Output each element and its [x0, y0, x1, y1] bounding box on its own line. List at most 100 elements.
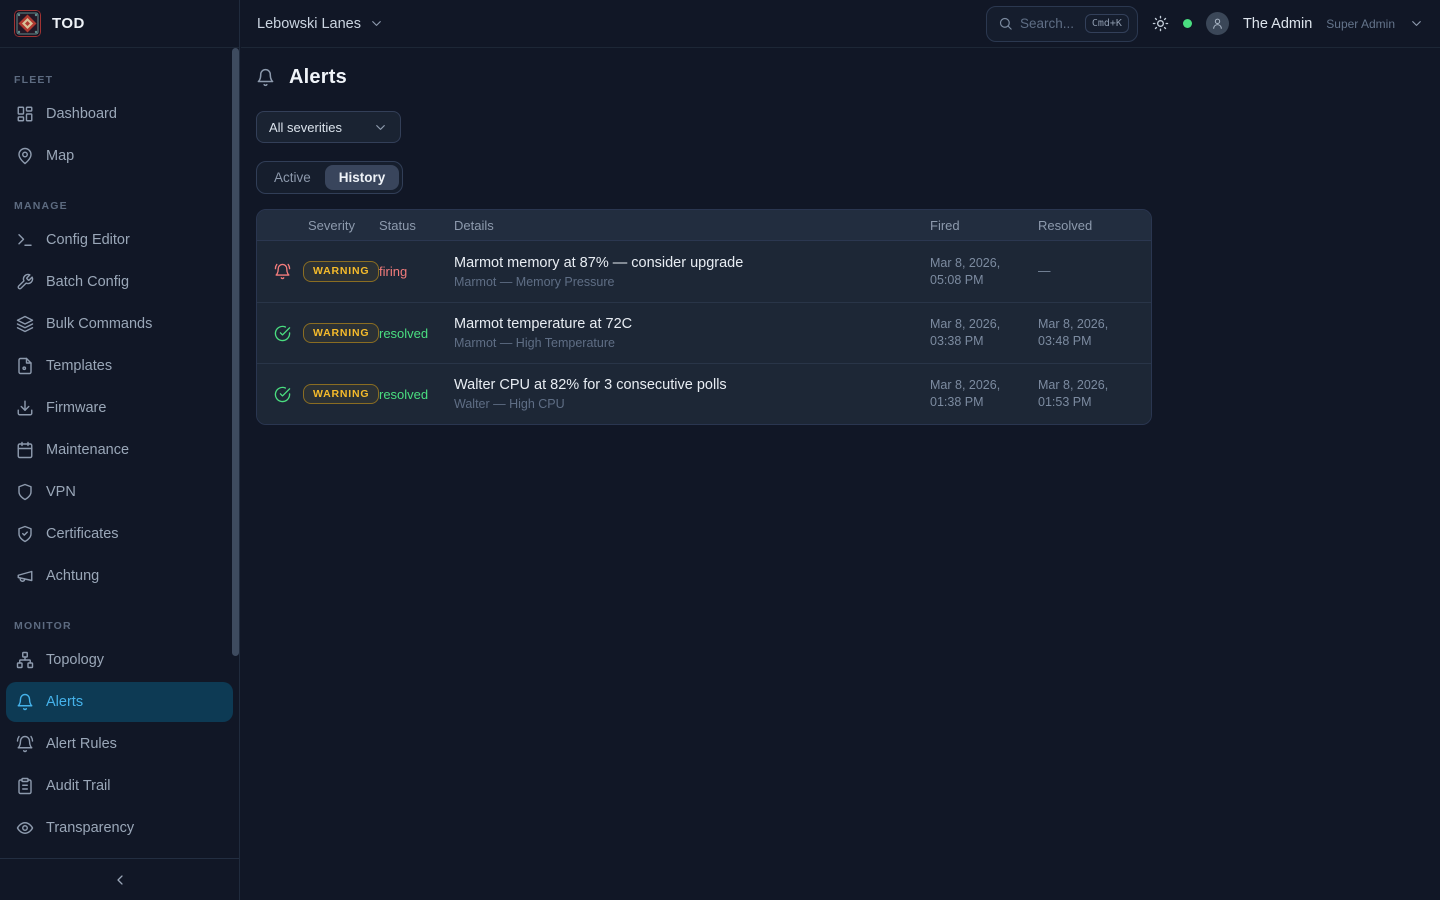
sidebar-section: MONITOR Topology Alerts Alert Rules Audit Tr… [6, 620, 233, 848]
shield-check-icon [16, 525, 34, 543]
resolved-time: Mar 8, 2026, 03:48 PM [1038, 316, 1120, 350]
page-title: Alerts [289, 66, 347, 89]
sidebar-item-label: Achtung [46, 568, 99, 584]
user-menu-button[interactable] [1409, 16, 1424, 31]
chevron-down-icon [369, 16, 384, 31]
sidebar-item-label: Alert Rules [46, 736, 117, 752]
topology-icon [16, 651, 34, 669]
sidebar-item-bulk-commands[interactable]: Bulk Commands [6, 304, 233, 344]
rug-logo-icon [14, 10, 41, 37]
sidebar-item-templates[interactable]: Templates [6, 346, 233, 386]
severity-filter-select[interactable]: All severities [256, 111, 401, 143]
alert-resolved-icon [274, 386, 291, 403]
bell-icon [256, 68, 275, 87]
wrench-icon [16, 273, 34, 291]
sidebar-item-map[interactable]: Map [6, 136, 233, 176]
sidebar-item-label: Transparency [46, 820, 134, 836]
sidebar-footer [0, 858, 239, 900]
sidebar-item-label: Topology [46, 652, 104, 668]
sidebar-item-batch-config[interactable]: Batch Config [6, 262, 233, 302]
search-input[interactable]: Search... Cmd+K [986, 6, 1138, 42]
severity-cell: WARNING [274, 384, 379, 405]
search-placeholder: Search... [1020, 16, 1078, 31]
alerts-table-header: Severity Status Details Fired Resolved [257, 210, 1151, 241]
chevron-left-icon [112, 872, 128, 888]
sidebar-item-vpn[interactable]: VPN [6, 472, 233, 512]
sidebar-item-firmware[interactable]: Firmware [6, 388, 233, 428]
sidebar-item-alert-rules[interactable]: Alert Rules [6, 724, 233, 764]
table-row[interactable]: WARNINGresolvedWalter CPU at 82% for 3 c… [257, 363, 1151, 424]
main-content: Alerts All severities Active History Sev… [241, 48, 1440, 900]
sidebar-item-transparency[interactable]: Transparency [6, 808, 233, 848]
alert-title: Marmot memory at 87% — consider upgrade [454, 255, 930, 271]
sidebar-item-label: VPN [46, 484, 76, 500]
dashboard-icon [16, 105, 34, 123]
alert-resolved-icon [274, 325, 291, 342]
sidebar-item-label: Certificates [46, 526, 119, 542]
sidebar-item-alerts[interactable]: Alerts [6, 682, 233, 722]
download-icon [16, 399, 34, 417]
theme-toggle-button[interactable] [1152, 15, 1169, 32]
sidebar-scrollbar[interactable] [232, 48, 239, 656]
sidebar-item-maintenance[interactable]: Maintenance [6, 430, 233, 470]
details-cell: Marmot memory at 87% — consider upgrade M… [454, 255, 930, 289]
tab-active[interactable]: Active [260, 165, 325, 190]
sidebar-item-label: Dashboard [46, 106, 117, 122]
sidebar-item-achtung[interactable]: Achtung [6, 556, 233, 596]
sidebar-item-certificates[interactable]: Certificates [6, 514, 233, 554]
calendar-icon [16, 441, 34, 459]
alert-subtitle: Marmot — Memory Pressure [454, 275, 930, 289]
clipboard-icon [16, 777, 34, 795]
sidebar-section-label: FLEET [6, 74, 233, 86]
bell-icon [16, 693, 34, 711]
severity-cell: WARNING [274, 323, 379, 344]
alert-subtitle: Walter — High CPU [454, 397, 930, 411]
sidebar-item-label: Bulk Commands [46, 316, 152, 332]
alerts-tabs: Active History [256, 161, 403, 194]
resolved-time: — [1038, 263, 1120, 280]
user-name: The Admin [1243, 16, 1312, 32]
sun-icon [1152, 15, 1169, 32]
fired-time: Mar 8, 2026, 05:08 PM [930, 255, 1012, 289]
severity-badge: WARNING [303, 323, 379, 344]
sidebar-nav: FLEETDashboardMapMANAGEConfig EditorBatc… [0, 48, 239, 848]
table-row[interactable]: WARNINGresolvedMarmot temperature at 72C… [257, 302, 1151, 363]
col-fired: Fired [930, 218, 1038, 233]
tab-history[interactable]: History [325, 165, 400, 190]
col-status: Status [379, 218, 454, 233]
table-row[interactable]: WARNINGfiringMarmot memory at 87% — cons… [257, 241, 1151, 302]
shield-icon [16, 483, 34, 501]
status-text: firing [379, 264, 454, 279]
sidebar-item-label: Config Editor [46, 232, 130, 248]
sidebar: TOD FLEETDashboardMapMANAGEConfig Editor… [0, 0, 240, 900]
topbar: Lebowski Lanes Search... Cmd+K The Admin… [241, 0, 1440, 48]
topbar-right: Search... Cmd+K The Admin Super Admin [986, 6, 1424, 42]
alert-subtitle: Marmot — High Temperature [454, 336, 930, 350]
sidebar-item-topology[interactable]: Topology [6, 640, 233, 680]
terminal-icon [16, 231, 34, 249]
sidebar-item-dashboard[interactable]: Dashboard [6, 94, 233, 134]
alerts-table: Severity Status Details Fired Resolved W… [256, 209, 1152, 425]
sidebar-section-label: MONITOR [6, 620, 233, 632]
search-icon [998, 16, 1013, 31]
sidebar-section: FLEET Dashboard Map [6, 74, 233, 176]
alert-title: Marmot temperature at 72C [454, 316, 930, 332]
sidebar-collapse-button[interactable] [106, 866, 134, 894]
severity-badge: WARNING [303, 384, 379, 405]
page-header: Alerts [256, 66, 1424, 89]
severity-filter-value: All severities [269, 120, 342, 135]
sidebar-item-config-editor[interactable]: Config Editor [6, 220, 233, 260]
file-icon [16, 357, 34, 375]
sidebar-item-audit-trail[interactable]: Audit Trail [6, 766, 233, 806]
alert-firing-icon [274, 263, 291, 280]
alert-title: Walter CPU at 82% for 3 consecutive poll… [454, 377, 930, 393]
site-selector[interactable]: Lebowski Lanes [257, 16, 384, 32]
avatar[interactable] [1206, 12, 1229, 35]
brand-name: TOD [52, 15, 85, 32]
col-resolved: Resolved [1038, 218, 1135, 233]
bell-ring-icon [16, 735, 34, 753]
status-text: resolved [379, 326, 454, 341]
alerts-table-body: WARNING firingMarmot memory at 87% — cons… [257, 241, 1151, 424]
sidebar-item-label: Firmware [46, 400, 106, 416]
eye-icon [16, 819, 34, 837]
